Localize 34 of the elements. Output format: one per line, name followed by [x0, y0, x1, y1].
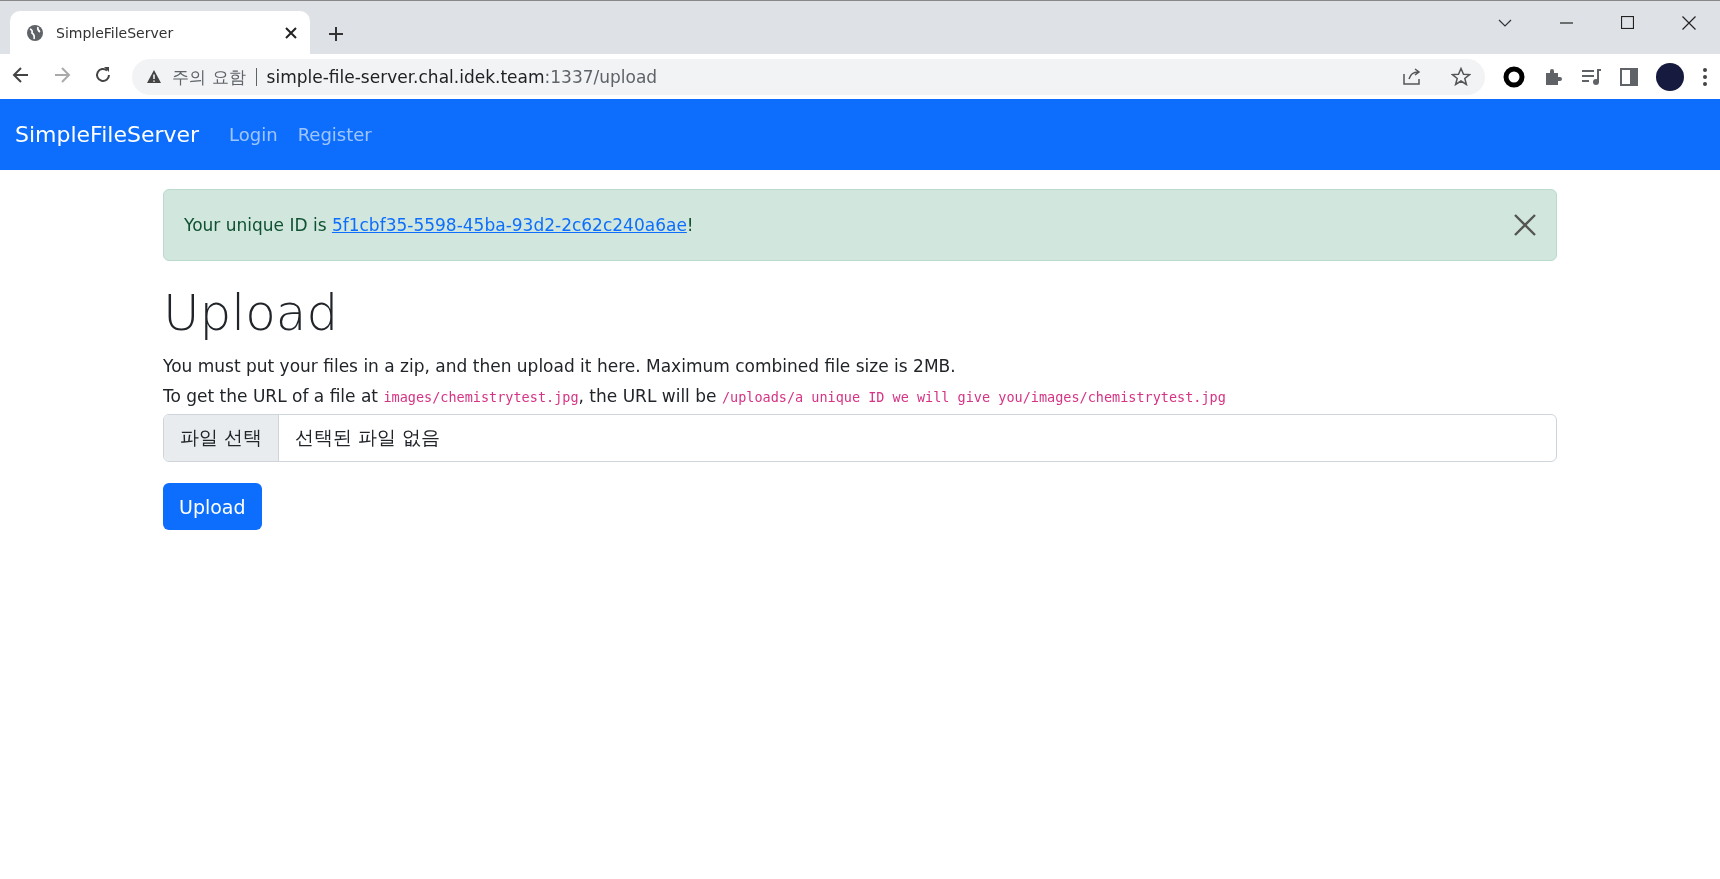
upload-button[interactable]: Upload	[163, 483, 262, 530]
close-icon[interactable]	[1682, 15, 1696, 30]
playlist-icon[interactable]	[1581, 67, 1602, 86]
alert-message: Your unique ID is 5f1cbf35-5598-45ba-93d2-2c62c240a6ae!	[184, 215, 695, 235]
star-icon[interactable]	[1451, 67, 1471, 86]
file-status: 선택된 파일 없음	[294, 425, 441, 450]
profile-avatar[interactable]	[1656, 62, 1684, 91]
url-host: simple-file-server.chal.idek.team	[266, 66, 545, 87]
warning-icon	[146, 69, 163, 84]
file-input[interactable]: 파일 선택 선택된 파일 없음	[163, 414, 1557, 462]
maximize-icon[interactable]	[1621, 16, 1634, 29]
minimize-icon[interactable]	[1560, 21, 1573, 24]
security-warning[interactable]: 주의 요함	[172, 67, 257, 86]
puzzle-piece-icon[interactable]	[1543, 66, 1563, 87]
ring-icon[interactable]	[1503, 65, 1525, 88]
side-panel-icon[interactable]	[1620, 67, 1638, 86]
reload-icon[interactable]	[94, 65, 113, 84]
plus-icon[interactable]	[328, 26, 344, 42]
back-arrow-icon[interactable]	[12, 65, 30, 84]
instruction-text: To get the URL of a file at images/chemistrytest.jpg, the URL will be /uploads/a unique ID we will give you/images/chemistrytest.jpg	[163, 385, 1227, 408]
instruction-text: You must put your files in a zip, and then upload it here. Maximum combined file size is 2MB.	[163, 355, 957, 378]
choose-file-button[interactable]: 파일 선택	[164, 415, 280, 461]
page-heading: Upload	[163, 283, 340, 343]
more-menu-icon[interactable]	[1702, 66, 1708, 87]
unique-id-link[interactable]: 5f1cbf35-5598-45ba-93d2-2c62c240a6ae	[331, 215, 687, 235]
brand-link[interactable]: SimpleFileServer	[15, 122, 200, 147]
close-icon[interactable]	[284, 25, 298, 40]
address-bar[interactable]: 주의 요함 simple-file-server.chal.idek.team:1337/upload	[132, 58, 1485, 95]
chevron-down-icon[interactable]	[1498, 18, 1512, 27]
globe-icon	[26, 23, 44, 42]
share-icon[interactable]	[1402, 67, 1421, 86]
browser-tab[interactable]: SimpleFileServer	[10, 11, 310, 54]
tab-title: SimpleFileServer	[56, 24, 175, 41]
url-path: :1337/upload	[544, 66, 658, 87]
